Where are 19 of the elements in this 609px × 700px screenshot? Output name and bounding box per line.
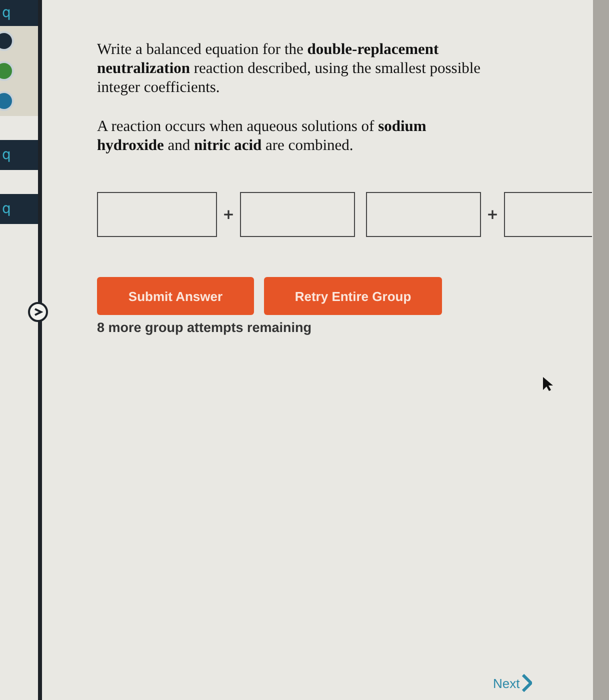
plus-sign: +	[222, 206, 236, 222]
next-button[interactable]: Next	[493, 664, 532, 700]
pointer-icon	[542, 376, 554, 392]
answer-box[interactable]	[97, 192, 217, 237]
chevron-icon	[522, 674, 532, 692]
retry-button[interactable]: Retry Entire Group	[264, 277, 442, 315]
submit-button[interactable]: Submit Answer	[97, 277, 254, 315]
answer-box[interactable]	[240, 192, 355, 237]
answer-box[interactable]	[504, 192, 592, 237]
attempts-remaining: 8 more group attempts remaining	[97, 320, 312, 335]
reaction-description: A reaction occurs when aqueous solutions of sodium hydroxide and nitric acid are combined.	[97, 117, 427, 155]
sidebar-item[interactable]: q	[0, 140, 38, 170]
plus-sign: +	[486, 206, 500, 222]
chevron-icon	[33, 307, 43, 317]
answer-box[interactable]	[366, 192, 481, 237]
sidebar-item[interactable]: q	[0, 194, 38, 224]
question-instructions: Write a balanced equation for the double-replacement neutralization reaction described, using the smallest possible integer coefficients.	[97, 40, 482, 97]
expand-button[interactable]	[28, 302, 48, 322]
sidebar-item[interactable]: q	[0, 0, 38, 26]
